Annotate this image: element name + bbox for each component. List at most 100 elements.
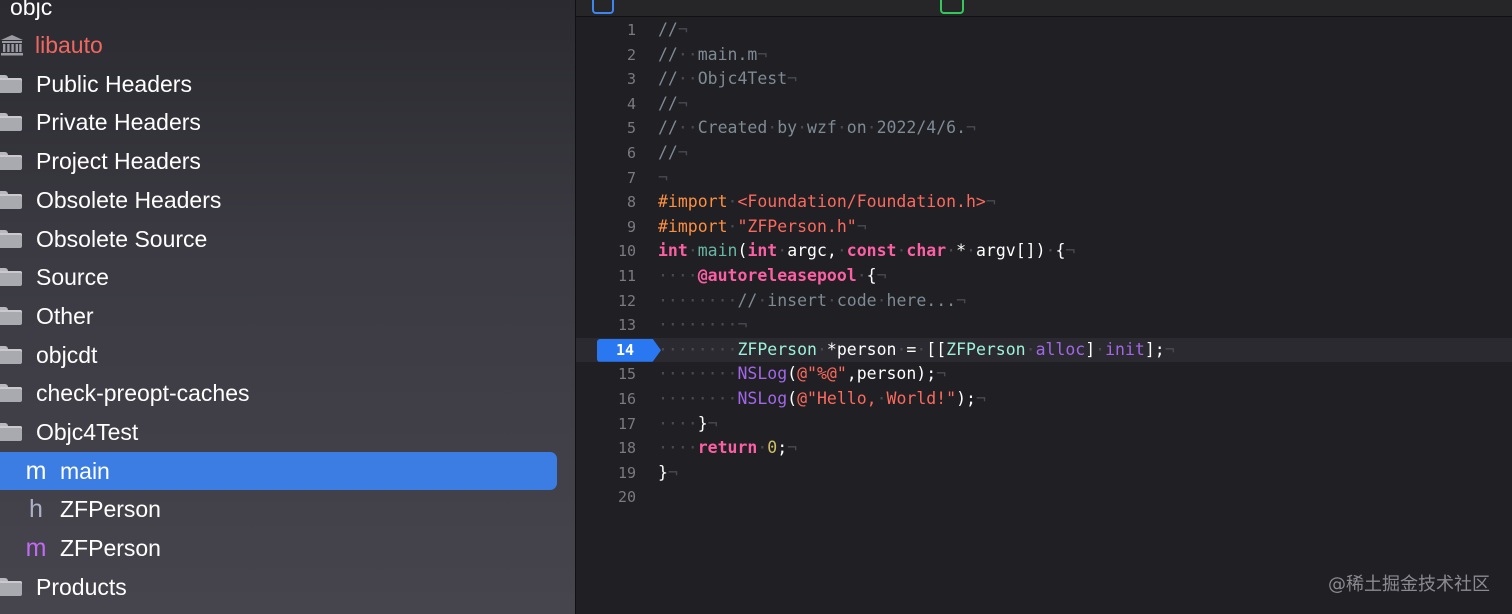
folder-icon (0, 113, 22, 132)
code-token: ·· (677, 44, 698, 64)
code-token: ¬ (936, 364, 947, 384)
current-code-line[interactable]: 14 ········ZFPerson·*person·=·[[ZFPerson·… (576, 337, 1512, 363)
code-token: return (697, 438, 758, 458)
code-line[interactable]: 15 ········NSLog(@"%@",person);¬ (576, 362, 1512, 387)
sidebar-group-objc[interactable]: objc (0, 0, 557, 26)
sidebar-item-libauto-0[interactable]: libauto (0, 26, 557, 64)
line-number[interactable]: 11 (576, 264, 636, 289)
code-text: ····return·0;¬ (658, 436, 797, 461)
code-text: }¬ (658, 461, 678, 486)
code-token: ¬ (787, 69, 798, 89)
code-token: · (836, 241, 847, 261)
sidebar-item-zfperson-13[interactable]: m ZFPerson (0, 529, 557, 567)
code-token: ···· (658, 266, 698, 285)
code-token: · (1045, 241, 1056, 261)
code-token: · (1095, 339, 1106, 359)
code-token: <Foundation/Foundation.h> (737, 192, 986, 212)
line-number[interactable]: 4 (576, 92, 636, 117)
folder-icon (0, 74, 22, 93)
code-token: // (658, 118, 678, 138)
code-line[interactable]: 19 }¬ (576, 461, 1512, 486)
code-text: ····@autoreleasepool·{¬ (658, 264, 887, 289)
sidebar-item-private-headers-2[interactable]: Private Headers (0, 103, 557, 141)
code-line[interactable]: 3 //··Objc4Test¬ (576, 67, 1512, 92)
breakpoint-line-number[interactable]: 14 (597, 338, 661, 362)
code-line[interactable]: 20 (576, 485, 1512, 510)
sidebar-item-label: ZFPerson (60, 496, 161, 523)
code-line[interactable]: 2 //··main.m¬ (576, 43, 1512, 68)
folder-icon (0, 345, 22, 364)
line-number[interactable]: 20 (576, 485, 636, 510)
line-number[interactable]: 3 (576, 67, 636, 92)
code-text: //¬ (658, 92, 688, 117)
sidebar-item-label: Obsolete Source (36, 225, 208, 252)
sidebar-item-source-6[interactable]: Source (0, 258, 557, 296)
sidebar-item-public-headers-1[interactable]: Public Headers (0, 65, 557, 103)
line-number[interactable]: 12 (576, 289, 636, 314)
line-number[interactable]: 6 (576, 141, 636, 166)
code-text: //··Objc4Test¬ (658, 67, 797, 92)
code-line[interactable]: 7 ¬ (576, 166, 1512, 191)
code-line[interactable]: 17 ····}¬ (576, 412, 1512, 437)
code-line[interactable]: 10 int·main(int·argc,·const·char·*·argv[]… (576, 239, 1512, 264)
jump-bar-back-icon[interactable] (592, 0, 614, 14)
sidebar-item-obsolete-source-5[interactable]: Obsolete Source (0, 220, 557, 258)
code-text: int·main(int·argc,·const·char·*·argv[])·… (658, 239, 1075, 264)
sidebar-item-zfperson-12[interactable]: h ZFPerson (0, 490, 557, 528)
code-token: ¬ (707, 413, 718, 433)
code-editor[interactable]: 1//¬ 2//··main.m¬ 3//··Objc4Test¬ 4//¬ 5//··… (576, 0, 1512, 614)
sidebar-item-check-preopt-caches-9[interactable]: check-preopt-caches (0, 374, 557, 412)
code-line[interactable]: 5//··Created·by·wzf·on·2022/4/6.¬ (576, 116, 1512, 141)
code-token: char (906, 241, 947, 261)
sidebar-item-products-14[interactable]: Products (0, 568, 557, 606)
code-token: · (816, 339, 827, 359)
code-token: @"Hello, (797, 389, 877, 408)
line-number[interactable]: 15 (576, 362, 636, 387)
sidebar-item-objc4test-10[interactable]: Objc4Test (0, 413, 557, 451)
sidebar-item-objcdt-8[interactable]: objcdt (0, 336, 557, 374)
sidebar-item-project-headers-3[interactable]: Project Headers (0, 142, 557, 180)
code-token: · (876, 290, 887, 310)
code-line[interactable]: 18 ····return·0;¬ (576, 436, 1512, 461)
line-number[interactable]: 18 (576, 436, 636, 461)
line-number[interactable]: 16 (576, 387, 636, 412)
code-line[interactable]: 1 //¬ (576, 18, 1512, 43)
code-token: ········ (658, 389, 738, 408)
line-number[interactable]: 5 (576, 116, 636, 141)
code-line[interactable]: 13 ········¬ (576, 313, 1512, 338)
code-token: int (747, 241, 778, 261)
sidebar-item-obsolete-headers-4[interactable]: Obsolete Headers (0, 181, 557, 219)
folder-icon (0, 190, 22, 209)
code-line[interactable]: 11 ····@autoreleasepool·{¬ (576, 264, 1512, 289)
line-number[interactable]: 7 (576, 166, 636, 191)
code-token: ¬ (1065, 241, 1076, 261)
code-line[interactable]: 9 #import·"ZFPerson.h"¬ (576, 215, 1512, 240)
sidebar-item-main-11[interactable]: m main (0, 451, 557, 490)
code-text: //··Created·by·wzf·on·2022/4/6.¬ (658, 116, 976, 141)
line-number[interactable]: 8 (576, 190, 636, 215)
code-line[interactable]: 4 //¬ (576, 92, 1512, 117)
code-token: here... (886, 290, 957, 310)
sidebar-item-label: Project Headers (36, 148, 201, 175)
code-line[interactable]: 8 #import·<Foundation/Foundation.h>¬ (576, 190, 1512, 215)
code-token: ); (956, 389, 976, 408)
code-token: ·· (677, 118, 698, 138)
sidebar-item-other-7[interactable]: Other (0, 297, 557, 335)
line-number[interactable]: 2 (576, 43, 636, 68)
line-number[interactable]: 9 (576, 215, 636, 240)
code-line[interactable]: 6 //¬ (576, 141, 1512, 166)
jump-bar-file-icon[interactable] (940, 0, 964, 14)
line-number[interactable]: 17 (576, 412, 636, 437)
line-number[interactable]: 19 (576, 461, 636, 486)
code-token: wzf (807, 118, 837, 138)
code-line[interactable]: 16 ········NSLog(@"Hello,·World!");¬ (576, 387, 1512, 412)
code-token: @autoreleasepool (697, 266, 857, 285)
code-token: *person (826, 339, 897, 359)
code-token: // (737, 290, 758, 310)
line-number[interactable]: 10 (576, 239, 636, 264)
code-token: · (946, 241, 957, 261)
code-token: · (866, 118, 877, 138)
line-number[interactable]: 13 (576, 313, 636, 338)
code-line[interactable]: 12 ········//·insert·code·here...¬ (576, 289, 1512, 314)
line-number[interactable]: 1 (576, 18, 636, 43)
